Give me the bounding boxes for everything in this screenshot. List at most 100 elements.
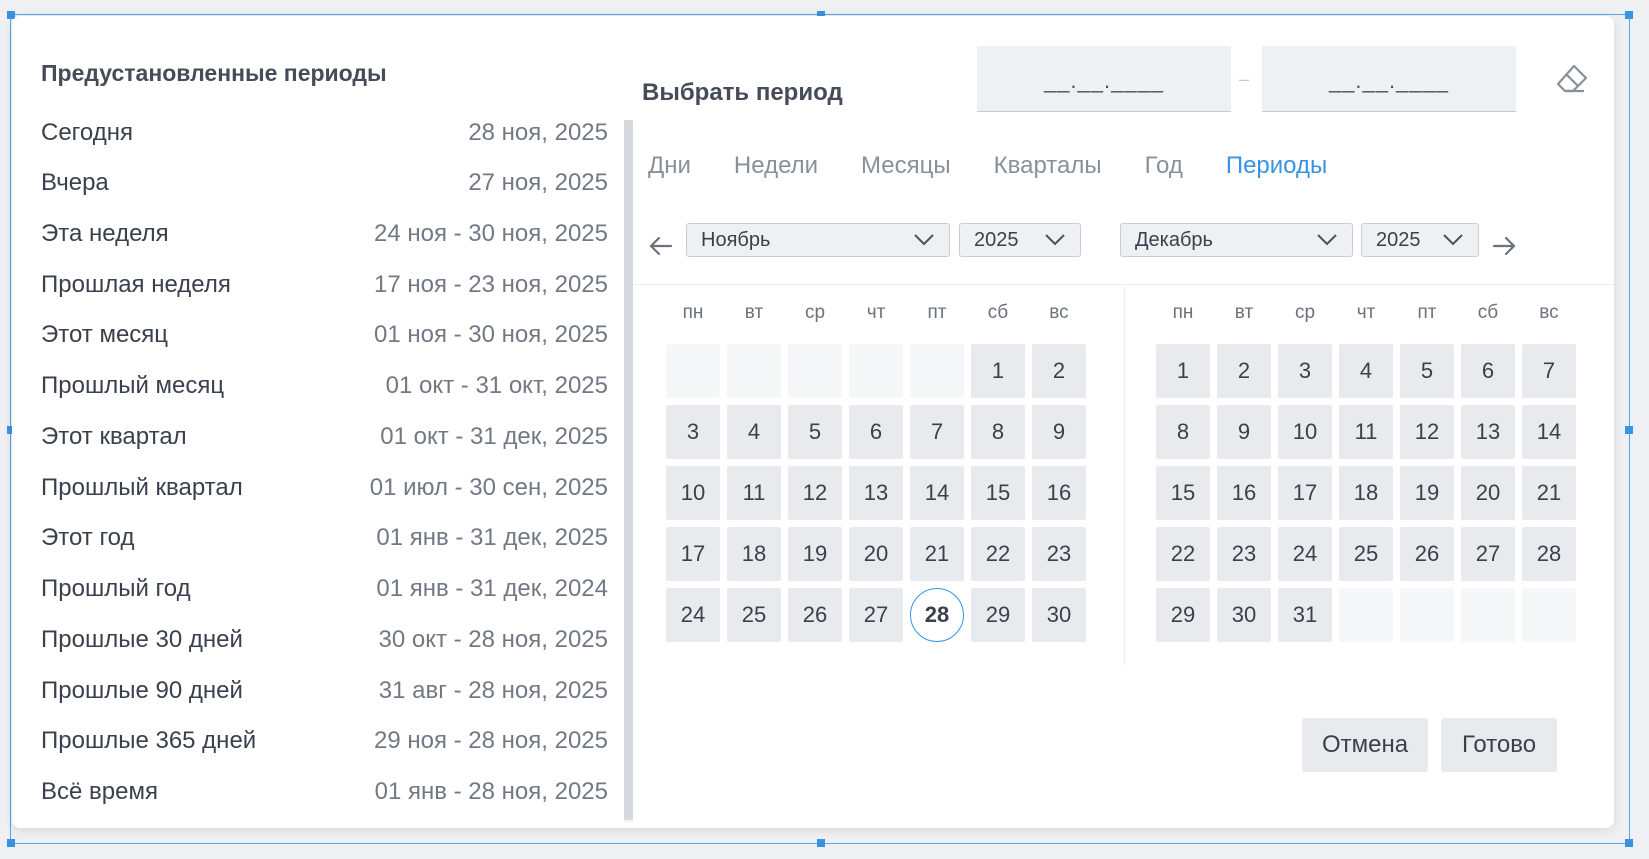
day-cell[interactable]: 11: [727, 466, 781, 520]
day-cell[interactable]: 21: [910, 527, 964, 581]
preset-item-last-90-days[interactable]: Прошлые 90 дней 31 авг - 28 ноя, 2025: [41, 671, 608, 711]
day-cell[interactable]: 19: [788, 527, 842, 581]
day-cell[interactable]: 1: [971, 344, 1025, 398]
day-cell[interactable]: 23: [1032, 527, 1086, 581]
day-cell[interactable]: 10: [666, 466, 720, 520]
day-cell[interactable]: 7: [1522, 344, 1576, 398]
resize-handle-bottom[interactable]: [817, 839, 825, 847]
day-cell[interactable]: 16: [1217, 466, 1271, 520]
preset-item-last-30-days[interactable]: Прошлые 30 дней 30 окт - 28 ноя, 2025: [41, 620, 608, 660]
day-cell[interactable]: 18: [1339, 466, 1393, 520]
resize-handle-right[interactable]: [1625, 426, 1633, 434]
day-cell[interactable]: 17: [1278, 466, 1332, 520]
preset-scrollbar[interactable]: [624, 120, 633, 822]
day-cell[interactable]: 8: [1156, 405, 1210, 459]
day-cell[interactable]: 15: [1156, 466, 1210, 520]
day-cell[interactable]: 20: [1461, 466, 1515, 520]
day-cell[interactable]: 2: [1032, 344, 1086, 398]
day-cell[interactable]: 6: [849, 405, 903, 459]
day-cell[interactable]: 24: [666, 588, 720, 642]
day-cell[interactable]: 5: [1400, 344, 1454, 398]
arrow-left-icon[interactable]: [646, 231, 676, 261]
day-cell[interactable]: 9: [1217, 405, 1271, 459]
preset-list[interactable]: Сегодня 28 ноя, 2025 Вчера 27 ноя, 2025 …: [12, 113, 624, 813]
day-cell[interactable]: 12: [788, 466, 842, 520]
right-year-select[interactable]: 2025: [1361, 223, 1479, 257]
date-to-input[interactable]: [1262, 46, 1516, 112]
eraser-icon[interactable]: [1554, 61, 1590, 97]
date-from-input[interactable]: [977, 46, 1231, 112]
tab-days[interactable]: Дни: [648, 148, 691, 188]
day-cell[interactable]: 27: [849, 588, 903, 642]
day-cell[interactable]: 9: [1032, 405, 1086, 459]
preset-item-this-month[interactable]: Этот месяц 01 ноя - 30 ноя, 2025: [41, 315, 608, 355]
day-cell[interactable]: 26: [1400, 527, 1454, 581]
day-cell[interactable]: 22: [1156, 527, 1210, 581]
day-cell[interactable]: 4: [1339, 344, 1393, 398]
day-cell[interactable]: 19: [1400, 466, 1454, 520]
preset-item-all-time[interactable]: Всё время 01 янв - 28 ноя, 2025: [41, 772, 608, 812]
resize-handle-bottom-right[interactable]: [1625, 839, 1633, 847]
day-cell[interactable]: 28: [1522, 527, 1576, 581]
preset-item-last-365-days[interactable]: Прошлые 365 дней 29 ноя - 28 ноя, 2025: [41, 721, 608, 761]
day-cell[interactable]: 24: [1278, 527, 1332, 581]
tab-year[interactable]: Год: [1145, 148, 1183, 188]
tab-months[interactable]: Месяцы: [861, 148, 951, 188]
right-month-select[interactable]: Декабрь: [1120, 223, 1353, 257]
resize-handle-bottom-left[interactable]: [7, 839, 15, 847]
tab-weeks[interactable]: Недели: [734, 148, 818, 188]
day-cell[interactable]: 21: [1522, 466, 1576, 520]
day-cell[interactable]: 15: [971, 466, 1025, 520]
day-cell[interactable]: 17: [666, 527, 720, 581]
day-cell[interactable]: 1: [1156, 344, 1210, 398]
day-cell[interactable]: 25: [1339, 527, 1393, 581]
tab-quarters[interactable]: Кварталы: [994, 148, 1102, 188]
day-cell[interactable]: 23: [1217, 527, 1271, 581]
day-cell[interactable]: 29: [971, 588, 1025, 642]
preset-item-today[interactable]: Сегодня 28 ноя, 2025: [41, 113, 608, 153]
day-cell[interactable]: 27: [1461, 527, 1515, 581]
preset-item-last-week[interactable]: Прошлая неделя 17 ноя - 23 ноя, 2025: [41, 265, 608, 305]
day-cell[interactable]: 16: [1032, 466, 1086, 520]
preset-item-this-week[interactable]: Эта неделя 24 ноя - 30 ноя, 2025: [41, 214, 608, 254]
day-cell[interactable]: 14: [1522, 405, 1576, 459]
preset-item-last-year[interactable]: Прошлый год 01 янв - 31 дек, 2024: [41, 569, 608, 609]
day-cell[interactable]: 25: [727, 588, 781, 642]
day-cell[interactable]: 26: [788, 588, 842, 642]
day-cell[interactable]: 6: [1461, 344, 1515, 398]
day-cell[interactable]: 18: [727, 527, 781, 581]
day-cell[interactable]: 5: [788, 405, 842, 459]
resize-handle-top-right[interactable]: [1625, 11, 1633, 19]
left-year-select[interactable]: 2025: [959, 223, 1081, 257]
left-month-select[interactable]: Ноябрь: [686, 223, 950, 257]
day-cell[interactable]: 7: [910, 405, 964, 459]
arrow-right-icon[interactable]: [1489, 231, 1519, 261]
day-cell[interactable]: 3: [1278, 344, 1332, 398]
preset-item-this-quarter[interactable]: Этот квартал 01 окт - 31 дек, 2025: [41, 417, 608, 457]
day-cell[interactable]: 11: [1339, 405, 1393, 459]
day-cell[interactable]: 14: [910, 466, 964, 520]
day-cell[interactable]: 29: [1156, 588, 1210, 642]
day-cell[interactable]: 3: [666, 405, 720, 459]
day-cell[interactable]: 30: [1217, 588, 1271, 642]
day-cell[interactable]: 13: [1461, 405, 1515, 459]
preset-item-last-quarter[interactable]: Прошлый квартал 01 июл - 30 сен, 2025: [41, 468, 608, 508]
day-cell[interactable]: 4: [727, 405, 781, 459]
day-cell[interactable]: 31: [1278, 588, 1332, 642]
preset-item-yesterday[interactable]: Вчера 27 ноя, 2025: [41, 163, 608, 203]
day-cell[interactable]: 2: [1217, 344, 1271, 398]
done-button[interactable]: Готово: [1441, 718, 1557, 772]
preset-item-last-month[interactable]: Прошлый месяц 01 окт - 31 окт, 2025: [41, 366, 608, 406]
cancel-button[interactable]: Отмена: [1302, 718, 1428, 772]
day-cell[interactable]: 10: [1278, 405, 1332, 459]
day-cell[interactable]: 30: [1032, 588, 1086, 642]
day-cell[interactable]: 12: [1400, 405, 1454, 459]
preset-item-this-year[interactable]: Этот год 01 янв - 31 дек, 2025: [41, 518, 608, 558]
day-cell[interactable]: 13: [849, 466, 903, 520]
day-cell[interactable]: 22: [971, 527, 1025, 581]
tab-periods[interactable]: Периоды: [1226, 148, 1327, 188]
day-cell-today[interactable]: 28: [910, 588, 964, 642]
preset-scrollbar-thumb[interactable]: [624, 120, 633, 820]
day-cell[interactable]: 20: [849, 527, 903, 581]
day-cell[interactable]: 8: [971, 405, 1025, 459]
